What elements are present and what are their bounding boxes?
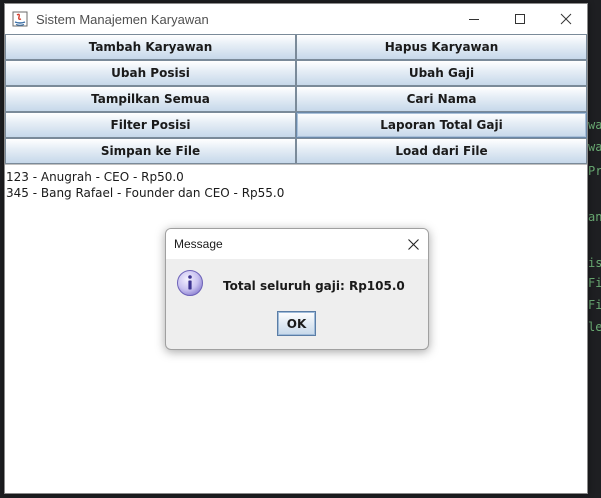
close-icon: [560, 13, 572, 25]
action-button-grid: Tambah Karyawan Hapus Karyawan Ubah Posi…: [5, 34, 587, 164]
maximize-button[interactable]: [497, 4, 543, 34]
code-fragment: Fi: [588, 298, 601, 312]
minimize-icon: [469, 19, 479, 20]
minimize-button[interactable]: [451, 4, 497, 34]
change-salary-button[interactable]: Ubah Gaji: [296, 60, 587, 86]
dialog-title: Message: [174, 237, 223, 251]
delete-employee-button[interactable]: Hapus Karyawan: [296, 34, 587, 60]
window-title: Sistem Manajemen Karyawan: [36, 12, 209, 27]
total-salary-report-button[interactable]: Laporan Total Gaji: [296, 112, 587, 138]
window-titlebar[interactable]: Sistem Manajemen Karyawan: [5, 4, 587, 34]
code-fragment: wa: [588, 118, 601, 132]
save-to-file-button[interactable]: Simpan ke File: [5, 138, 296, 164]
java-app-icon: [12, 11, 28, 27]
add-employee-button[interactable]: Tambah Karyawan: [5, 34, 296, 60]
search-name-button[interactable]: Cari Nama: [296, 86, 587, 112]
code-fragment: Fi: [588, 276, 601, 290]
maximize-icon: [515, 14, 525, 24]
filter-position-button[interactable]: Filter Posisi: [5, 112, 296, 138]
output-line: 345 - Bang Rafael - Founder dan CEO - Rp…: [6, 186, 285, 200]
dialog-close-button[interactable]: [398, 229, 428, 259]
info-icon: [177, 270, 203, 296]
show-all-button[interactable]: Tampilkan Semua: [5, 86, 296, 112]
dialog-message: Total seluruh gaji: Rp105.0: [223, 279, 405, 293]
code-fragment: is: [588, 256, 601, 270]
change-position-button[interactable]: Ubah Posisi: [5, 60, 296, 86]
close-icon: [407, 238, 419, 250]
code-fragment: le: [588, 320, 601, 334]
dialog-titlebar[interactable]: Message: [166, 229, 428, 259]
code-fragment: Pr: [588, 164, 601, 178]
load-from-file-button[interactable]: Load dari File: [296, 138, 587, 164]
output-line: 123 - Anugrah - CEO - Rp50.0: [6, 170, 184, 184]
background-ide-right: wa wa Pr an is Fi Fi le: [588, 0, 601, 498]
code-fragment: an: [588, 210, 601, 224]
message-dialog: Message Total seluruh gaji: Rp105.0 OK: [165, 228, 429, 350]
ok-button[interactable]: OK: [277, 311, 316, 336]
code-fragment: wa: [588, 140, 601, 154]
close-button[interactable]: [543, 4, 589, 34]
